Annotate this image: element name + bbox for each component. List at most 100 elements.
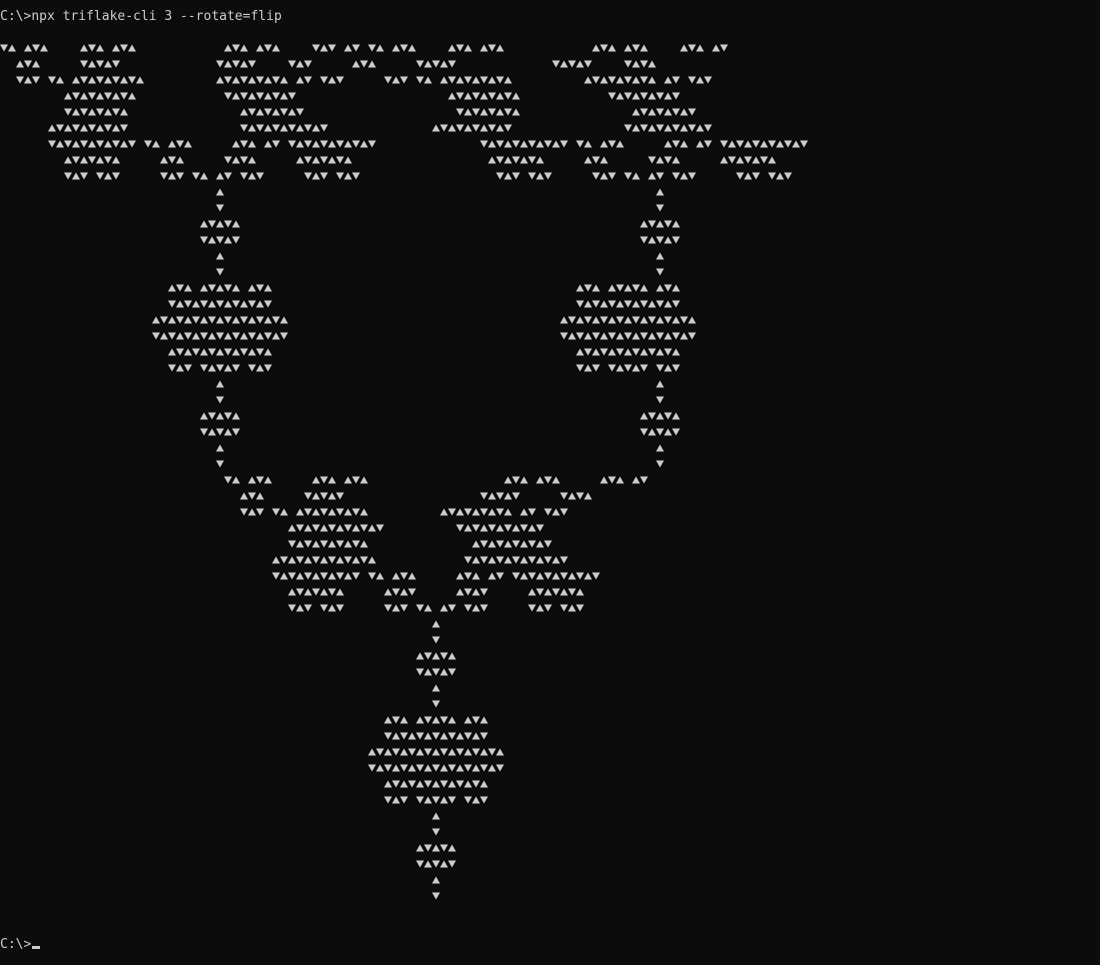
up-triangle-glyph	[440, 604, 448, 612]
art-row	[48, 124, 712, 132]
down-triangle-glyph	[408, 748, 416, 756]
up-triangle-glyph	[456, 76, 464, 84]
up-triangle-glyph	[344, 172, 352, 180]
down-triangle-glyph	[344, 556, 352, 564]
up-triangle-glyph	[448, 652, 456, 660]
down-triangle-glyph	[0, 44, 8, 52]
up-triangle-glyph	[576, 284, 584, 292]
up-triangle-glyph	[296, 508, 304, 516]
down-triangle-glyph	[168, 332, 176, 340]
up-triangle-glyph	[464, 716, 472, 724]
down-triangle-glyph	[248, 300, 256, 308]
up-triangle-glyph	[584, 156, 592, 164]
down-triangle-glyph	[480, 796, 488, 804]
down-triangle-glyph	[616, 348, 624, 356]
down-triangle-glyph	[424, 780, 432, 788]
up-triangle-glyph	[504, 556, 512, 564]
up-triangle-glyph	[424, 668, 432, 676]
up-triangle-glyph	[120, 76, 128, 84]
down-triangle-glyph	[584, 316, 592, 324]
down-triangle-glyph	[528, 572, 536, 580]
up-triangle-glyph	[104, 108, 112, 116]
down-triangle-glyph	[680, 316, 688, 324]
down-triangle-glyph	[416, 60, 424, 68]
up-triangle-glyph	[568, 572, 576, 580]
up-triangle-glyph	[168, 316, 176, 324]
down-triangle-glyph	[72, 124, 80, 132]
down-triangle-glyph	[656, 124, 664, 132]
up-triangle-glyph	[496, 524, 504, 532]
up-triangle-glyph	[224, 236, 232, 244]
down-triangle-glyph	[480, 540, 488, 548]
up-triangle-glyph	[488, 508, 496, 516]
down-triangle-glyph	[200, 300, 208, 308]
down-triangle-glyph	[592, 172, 600, 180]
up-triangle-glyph	[504, 76, 512, 84]
up-triangle-glyph	[72, 108, 80, 116]
up-triangle-glyph	[368, 556, 376, 564]
up-triangle-glyph	[328, 140, 336, 148]
up-triangle-glyph	[224, 44, 232, 52]
up-triangle-glyph	[200, 316, 208, 324]
up-triangle-glyph	[296, 572, 304, 580]
up-triangle-glyph	[552, 508, 560, 516]
up-triangle-glyph	[328, 540, 336, 548]
down-triangle-glyph	[768, 172, 776, 180]
down-triangle-glyph	[424, 652, 432, 660]
down-triangle-glyph	[216, 460, 224, 468]
up-triangle-glyph	[656, 412, 664, 420]
art-row	[272, 556, 568, 564]
up-triangle-glyph	[608, 44, 616, 52]
up-triangle-glyph	[464, 524, 472, 532]
up-triangle-glyph	[480, 92, 488, 100]
up-triangle-glyph	[128, 92, 136, 100]
down-triangle-glyph	[664, 220, 672, 228]
up-triangle-glyph	[272, 44, 280, 52]
up-triangle-glyph	[344, 140, 352, 148]
down-triangle-glyph	[320, 76, 328, 84]
up-triangle-glyph	[328, 572, 336, 580]
down-triangle-glyph	[640, 428, 648, 436]
down-triangle-glyph	[496, 140, 504, 148]
down-triangle-glyph	[304, 60, 312, 68]
up-triangle-glyph	[216, 252, 224, 260]
up-triangle-glyph	[736, 156, 744, 164]
down-triangle-glyph	[512, 172, 520, 180]
up-triangle-glyph	[432, 812, 440, 820]
up-triangle-glyph	[200, 348, 208, 356]
up-triangle-glyph	[88, 60, 96, 68]
art-row	[432, 620, 440, 628]
up-triangle-glyph	[408, 732, 416, 740]
down-triangle-glyph	[640, 60, 648, 68]
up-triangle-glyph	[208, 332, 216, 340]
up-triangle-glyph	[224, 428, 232, 436]
down-triangle-glyph	[704, 124, 712, 132]
up-triangle-glyph	[440, 76, 448, 84]
down-triangle-glyph	[544, 604, 552, 612]
down-triangle-glyph	[472, 92, 480, 100]
up-triangle-glyph	[632, 108, 640, 116]
up-triangle-glyph	[600, 156, 608, 164]
down-triangle-glyph	[544, 476, 552, 484]
down-triangle-glyph	[512, 540, 520, 548]
down-triangle-glyph	[688, 76, 696, 84]
up-triangle-glyph	[536, 540, 544, 548]
input-line[interactable]: C:\>	[0, 937, 41, 953]
console-window[interactable]: C:\>npx triflake-cli 3 --rotate=flip C:\…	[0, 0, 1100, 965]
up-triangle-glyph	[136, 76, 144, 84]
down-triangle-glyph	[192, 172, 200, 180]
down-triangle-glyph	[464, 604, 472, 612]
down-triangle-glyph	[120, 124, 128, 132]
down-triangle-glyph	[320, 540, 328, 548]
up-triangle-glyph	[112, 124, 120, 132]
up-triangle-glyph	[696, 44, 704, 52]
up-triangle-glyph	[464, 780, 472, 788]
down-triangle-glyph	[320, 124, 328, 132]
up-triangle-glyph	[240, 492, 248, 500]
down-triangle-glyph	[440, 716, 448, 724]
up-triangle-glyph	[248, 508, 256, 516]
up-triangle-glyph	[656, 156, 664, 164]
down-triangle-glyph	[368, 44, 376, 52]
up-triangle-glyph	[480, 124, 488, 132]
up-triangle-glyph	[496, 124, 504, 132]
